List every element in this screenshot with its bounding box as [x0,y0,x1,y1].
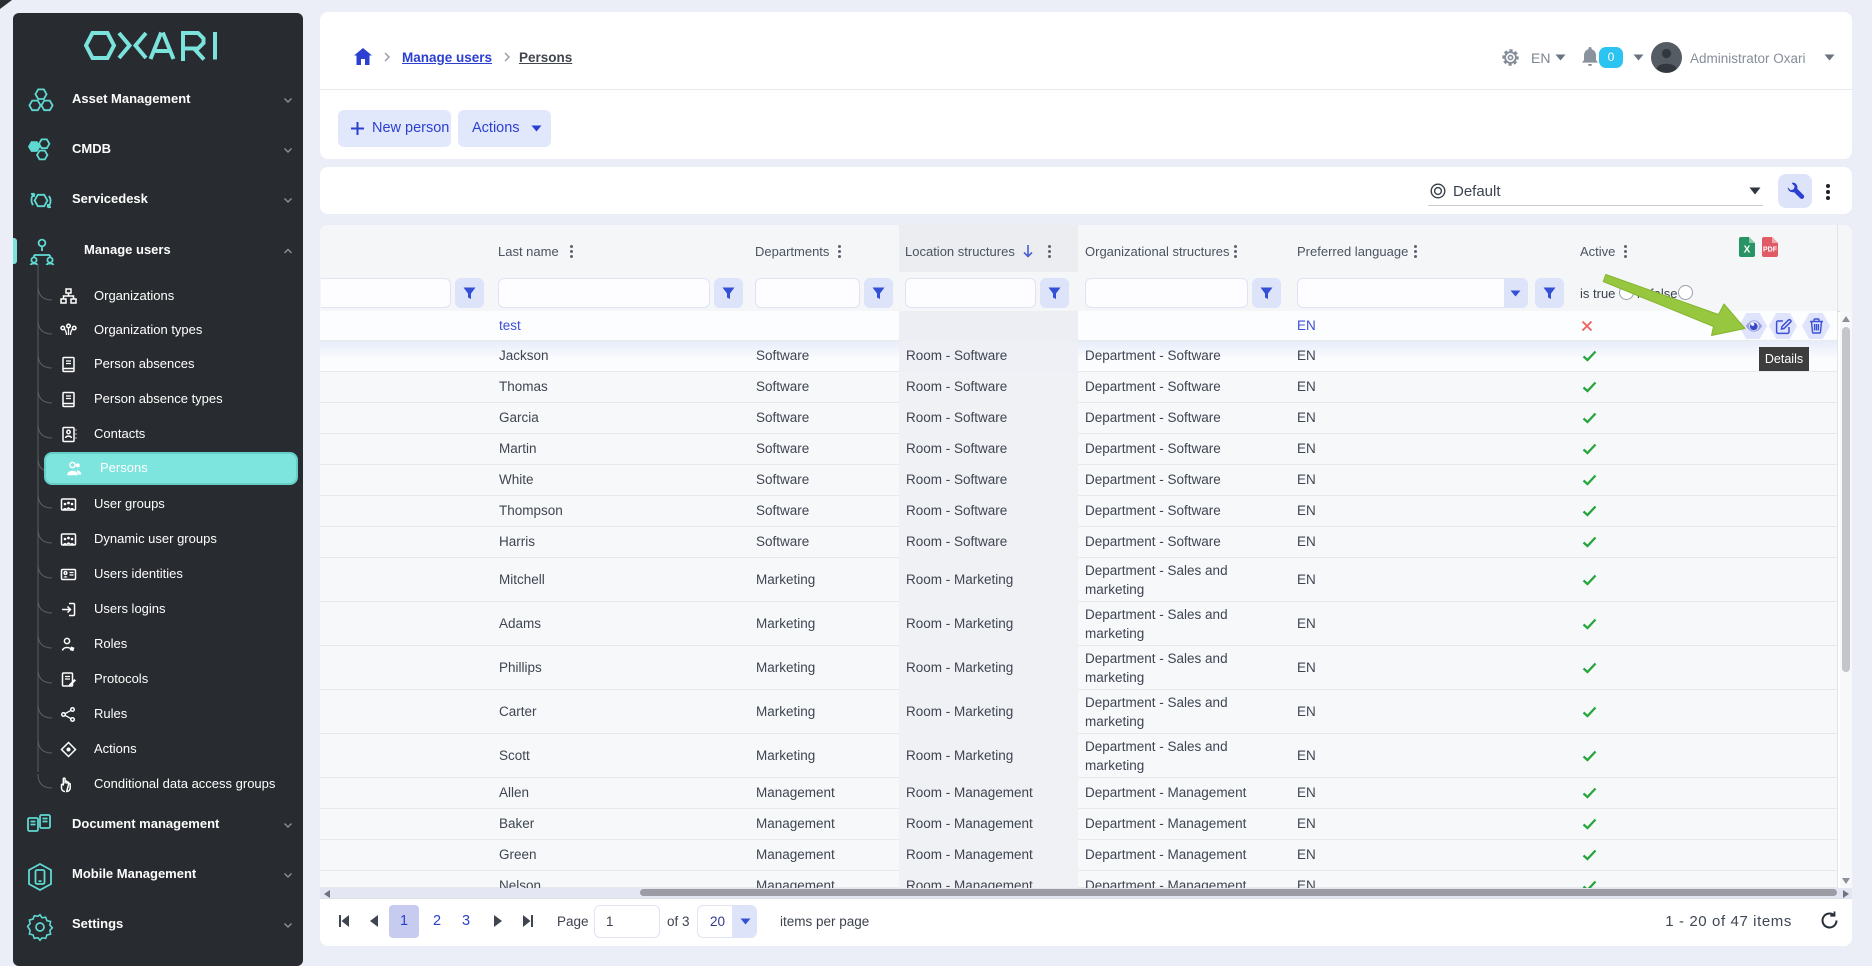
svg-text:X: X [1744,245,1751,256]
svg-text:PDF: PDF [1763,247,1778,254]
